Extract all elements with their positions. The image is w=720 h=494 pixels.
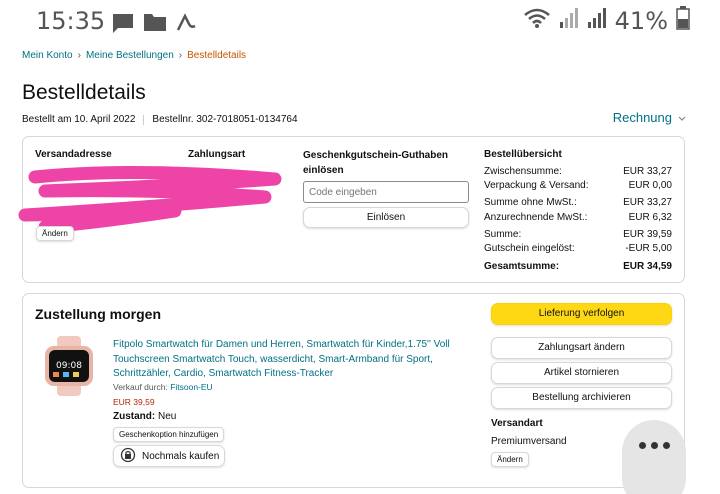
shipping-method-value: Premiumversand	[491, 436, 567, 447]
summary-label: Summe ohne MwSt.:	[484, 197, 577, 208]
track-delivery-button[interactable]: Lieferung verfolgen	[491, 303, 672, 325]
breadcrumb-separator: ›	[178, 50, 183, 61]
summary-row: Summe: EUR 39,59	[484, 229, 672, 240]
invoice-label: Rechnung	[612, 110, 672, 125]
change-payment-button[interactable]: Zahlungsart ändern	[491, 337, 672, 359]
breadcrumb-current: Bestelldetails	[187, 50, 247, 61]
redeem-button[interactable]: Einlösen	[303, 207, 469, 228]
order-date: Bestellt am 10. April 2022	[22, 114, 136, 125]
summary-label: Zwischensumme:	[484, 166, 562, 177]
seller-info: Verkauf durch: Fitsoon-EU	[113, 382, 213, 392]
seller-link[interactable]: Fitsoon-EU	[170, 382, 213, 392]
gift-code-input[interactable]	[303, 181, 469, 203]
change-address-button[interactable]: Ändern	[36, 226, 74, 241]
page-title: Bestelldetails	[22, 81, 146, 104]
summary-total-value: EUR 34,59	[623, 261, 672, 272]
summary-value: EUR 33,27	[623, 197, 672, 208]
signal-icon-2	[587, 7, 607, 34]
summary-label: Summe:	[484, 229, 522, 240]
summary-row: Gutschein eingelöst: -EUR 5,00	[484, 243, 672, 254]
summary-value: EUR 0,00	[628, 180, 672, 191]
breadcrumb-separator: ›	[77, 50, 81, 61]
status-right: 41%	[523, 6, 690, 35]
meta-divider	[143, 114, 145, 125]
summary-value: EUR 6,32	[628, 212, 672, 223]
product-image[interactable]: 09:08	[39, 336, 99, 396]
more-dot-icon	[638, 442, 646, 449]
chevron-down-icon	[678, 110, 686, 125]
summary-row: Zwischensumme: EUR 33,27	[484, 166, 672, 177]
cancel-item-button[interactable]: Artikel stornieren	[491, 362, 672, 384]
message-icon	[111, 12, 135, 39]
condition-label: Zustand:	[113, 411, 156, 422]
summary-value: EUR 39,59	[623, 229, 672, 240]
gift-card-label: Geschenkgutschein-Guthaben einlösen	[303, 150, 449, 176]
order-number: Bestellnr. 302-7018051-0134764	[152, 114, 298, 125]
more-dot-icon	[650, 442, 658, 449]
more-dot-icon	[662, 442, 670, 449]
summary-value: EUR 33,27	[623, 166, 672, 177]
order-meta: Bestellt am 10. April 2022 Bestellnr. 30…	[22, 114, 298, 125]
more-options-button[interactable]	[622, 420, 686, 494]
product-price: EUR 39,59	[113, 397, 155, 407]
signal-icon	[559, 7, 579, 34]
product-title-link[interactable]: Fitpolo Smartwatch für Damen und Herren,…	[113, 338, 473, 382]
folder-icon	[143, 12, 167, 37]
breadcrumb: Mein Konto › Meine Bestellungen › Bestel…	[22, 50, 246, 61]
buy-again-button[interactable]: Nochmals kaufen	[113, 445, 225, 467]
order-info-box: Versandadresse Zahlungsart Ändern Gesche…	[18, 136, 685, 283]
summary-value: -EUR 5,00	[625, 243, 672, 254]
summary-total-label: Gesamtsumme:	[484, 261, 560, 272]
invoice-dropdown[interactable]: Rechnung	[613, 110, 686, 125]
summary-label: Gutschein eingelöst:	[484, 243, 575, 254]
delivery-box: Zustellung morgen 09:08 Fitpolo Smartwat…	[22, 293, 685, 488]
redaction-scribble	[18, 165, 282, 234]
summary-row: Anzurechnende MwSt.: EUR 6,32	[484, 212, 672, 223]
battery-percent: 41%	[614, 6, 668, 35]
sold-by-label: Verkauf durch:	[113, 382, 168, 392]
watch-screen-time: 09:08	[56, 361, 82, 371]
delivery-title: Zustellung morgen	[35, 306, 161, 322]
buy-again-icon	[120, 447, 136, 466]
summary-label: Verpackung & Versand:	[484, 180, 589, 191]
archive-order-button[interactable]: Bestellung archivieren	[491, 387, 672, 409]
condition-value: Neu	[158, 411, 177, 422]
add-gift-option-button[interactable]: Geschenkoption hinzufügen	[113, 427, 225, 442]
summary-label: Anzurechnende MwSt.:	[484, 212, 588, 223]
breadcrumb-my-account[interactable]: Mein Konto	[22, 50, 73, 61]
summary-row: Verpackung & Versand: EUR 0,00	[484, 180, 672, 191]
wifi-icon	[523, 7, 551, 34]
summary-title: Bestellübersicht	[484, 149, 562, 160]
battery-icon	[676, 6, 690, 35]
change-shipping-button[interactable]: Ändern	[491, 452, 529, 467]
summary-total-row: Gesamtsumme: EUR 34,59	[484, 261, 672, 272]
summary-row: Summe ohne MwSt.: EUR 33,27	[484, 197, 672, 208]
breadcrumb-my-orders[interactable]: Meine Bestellungen	[86, 50, 174, 61]
buy-again-label: Nochmals kaufen	[142, 450, 220, 462]
condition-info: Zustand: Neu	[113, 411, 176, 422]
status-time: 15:35	[36, 7, 106, 35]
pen-icon	[175, 12, 197, 37]
status-bar: 15:35 41%	[0, 0, 720, 42]
shipping-method-label: Versandart	[491, 418, 543, 429]
